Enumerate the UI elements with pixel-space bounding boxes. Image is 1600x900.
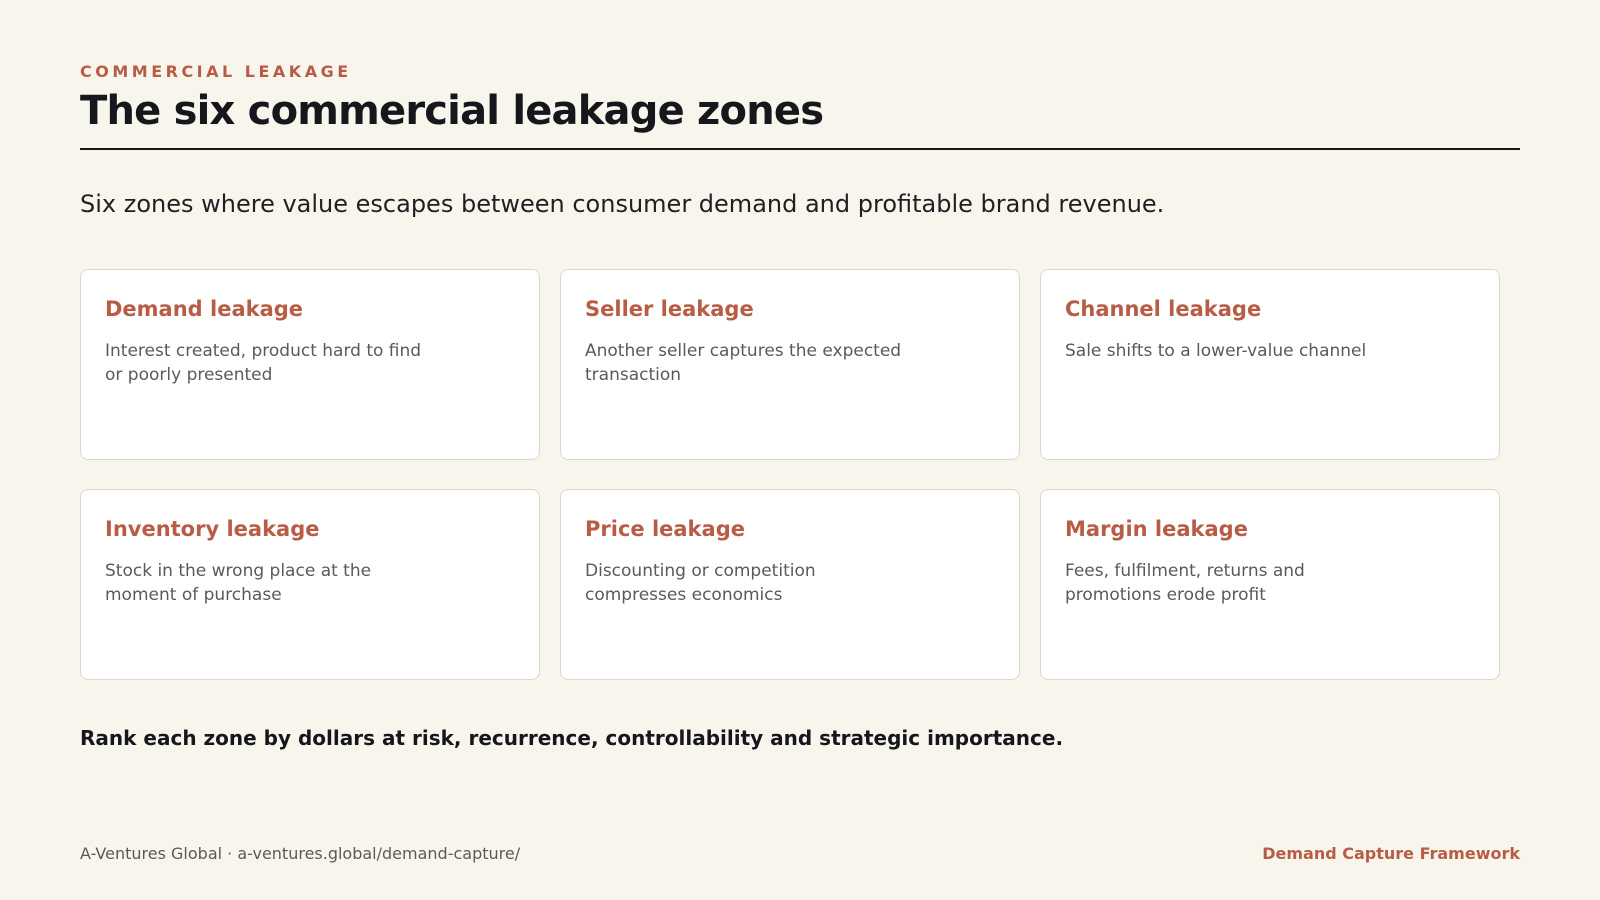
ranking-callout: Rank each zone by dollars at risk, recur…	[80, 726, 1064, 750]
zone-card-channel: Channel leakage Sale shifts to a lower-v…	[1040, 269, 1500, 460]
zone-description: Discounting or competition compresses ec…	[585, 561, 816, 605]
zone-title: Margin leakage	[1065, 517, 1248, 541]
page-subtitle: Six zones where value escapes between co…	[80, 190, 1165, 218]
zone-description: Another seller captures the expected tra…	[585, 341, 902, 385]
slide: COMMERCIAL LEAKAGE The six commercial le…	[0, 0, 1600, 900]
zone-card-margin: Margin leakage Fees, fulfilment, returns…	[1040, 489, 1500, 680]
zone-card-inventory: Inventory leakage Stock in the wrong pla…	[80, 489, 540, 680]
footer-source: A-Ventures Global · a-ventures.global/de…	[80, 844, 521, 863]
zone-title: Demand leakage	[105, 297, 304, 321]
zone-description: Stock in the wrong place at the moment o…	[105, 561, 372, 605]
zone-title: Channel leakage	[1065, 297, 1262, 321]
section-eyebrow: COMMERCIAL LEAKAGE	[80, 62, 352, 81]
zone-card-seller: Seller leakage Another seller captures t…	[560, 269, 1020, 460]
zone-card-price: Price leakage Discounting or competition…	[560, 489, 1020, 680]
title-divider	[80, 148, 1520, 150]
zone-card-demand: Demand leakage Interest created, product…	[80, 269, 540, 460]
zone-title: Inventory leakage	[105, 517, 320, 541]
zone-description: Sale shifts to a lower-value channel	[1065, 341, 1367, 361]
zone-description: Interest created, product hard to find o…	[105, 341, 422, 385]
zone-title: Seller leakage	[585, 297, 754, 321]
zone-title: Price leakage	[585, 517, 745, 541]
page-title: The six commercial leakage zones	[80, 88, 824, 134]
zone-description: Fees, fulfilment, returns and promotions…	[1065, 561, 1305, 605]
zones-grid: Demand leakage Interest created, product…	[80, 269, 1500, 680]
footer-brand: Demand Capture Framework	[1262, 844, 1520, 863]
